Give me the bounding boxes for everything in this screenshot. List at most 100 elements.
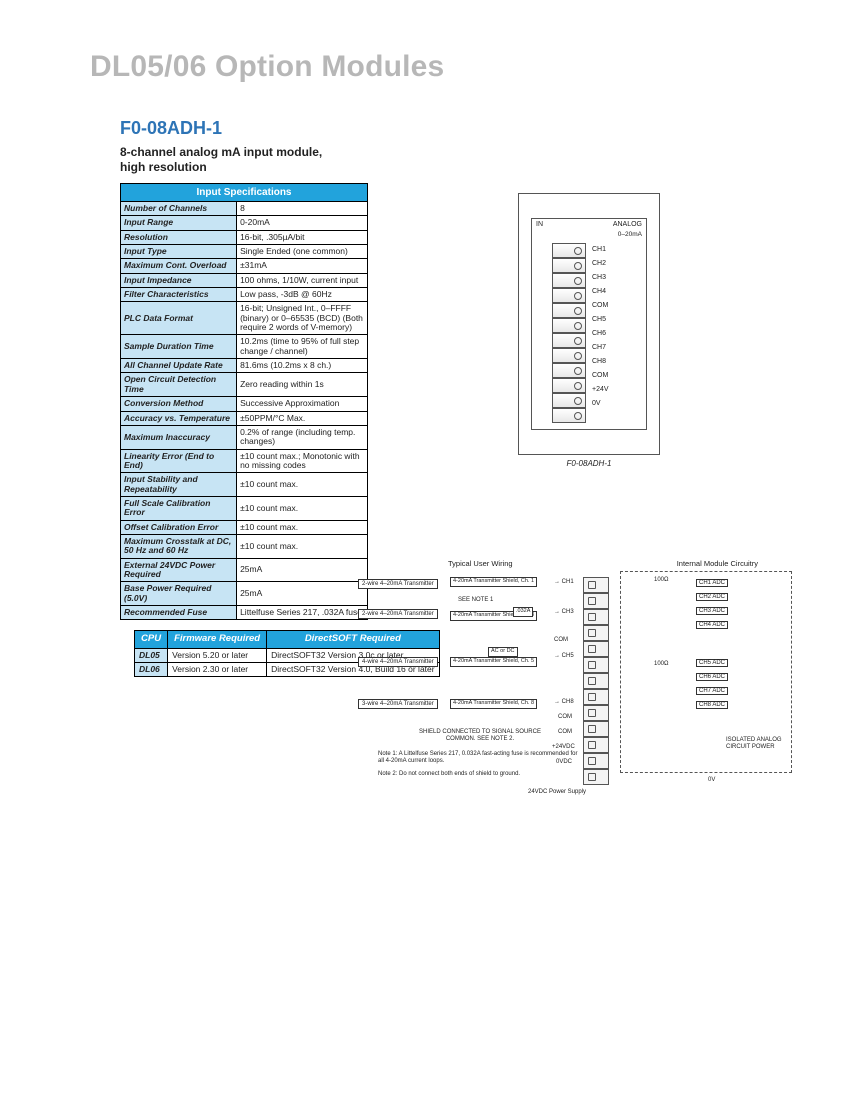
table-row: External 24VDC Power Required25mA — [121, 558, 368, 582]
ch1-label: → CH1 — [554, 579, 574, 585]
see-note-1: SEE NOTE 1 — [458, 597, 493, 603]
adc-box: CH6 ADC — [696, 673, 728, 681]
module-terminal-label: CH6 — [592, 327, 609, 341]
wiring-diagram: Typical User Wiring Internal Module Circ… — [358, 559, 798, 809]
footnote-1: Note 1: A Littelfuse Series 217, 0.032A … — [378, 751, 578, 765]
table-row: All Channel Update Rate81.6ms (10.2ms x … — [121, 359, 368, 373]
module-terminal — [552, 243, 586, 258]
com-label-3: COM — [558, 729, 572, 735]
res-label-1: 100Ω — [654, 577, 669, 583]
wiring-terminal — [583, 721, 609, 737]
table-row: Number of Channels8 — [121, 202, 368, 216]
fw-firmware: Version 2.30 or later — [168, 663, 267, 677]
module-drawing: IN ANALOG 0–20mA CH1CH2CH3CH4COMCH5CH6CH… — [518, 193, 660, 455]
spec-param: Accuracy vs. Temperature — [121, 411, 237, 425]
adc-box: CH8 ADC — [696, 701, 728, 709]
module-terminal — [552, 393, 586, 408]
module-terminal-label: CH8 — [592, 355, 609, 369]
adc-box: CH7 ADC — [696, 687, 728, 695]
table-row: Input TypeSingle Ended (one common) — [121, 245, 368, 259]
spec-param: Input Type — [121, 245, 237, 259]
module-terminal — [552, 378, 586, 393]
p24vdc-label: +24VDC — [552, 744, 575, 750]
shield-ch8: 4-20mA Transmitter Shield, Ch. 8 — [450, 699, 537, 709]
module-terminal-stack — [552, 243, 586, 423]
shield-ch5: 4-20mA Transmitter Shield, Ch. 5 — [450, 657, 537, 667]
spec-value: ±10 count max. — [237, 473, 368, 497]
spec-value: ±31mA — [237, 259, 368, 273]
tx-2wire-ch1: 2-wire 4–20mA Transmitter — [358, 579, 438, 589]
fw-cpu: DL06 — [135, 663, 168, 677]
spec-param: Sample Duration Time — [121, 335, 237, 359]
table-row: Maximum Cont. Overload±31mA — [121, 259, 368, 273]
table-row: PLC Data Format16-bit; Unsigned Int., 0–… — [121, 302, 368, 335]
spec-param: Open Circuit Detection Time — [121, 373, 237, 397]
com-label-2: COM — [558, 714, 572, 720]
module-terminal-label: CH2 — [592, 257, 609, 271]
tx-3wire-ch8: 3-wire 4–20mA Transmitter — [358, 699, 438, 709]
spec-param: Linearity Error (End to End) — [121, 449, 237, 473]
fw-head-cpu: CPU — [135, 631, 168, 648]
adc-box: CH5 ADC — [696, 659, 728, 667]
part-desc-line1: 8-channel analog mA input module, — [120, 145, 322, 159]
adc-box: CH1 ADC — [696, 579, 728, 587]
res-label-2: 100Ω — [654, 661, 669, 667]
module-terminal-label: CH4 — [592, 285, 609, 299]
module-terminal — [552, 408, 586, 423]
spec-value: 25mA — [237, 582, 368, 606]
spec-param: External 24VDC Power Required — [121, 558, 237, 582]
module-terminal-label: CH5 — [592, 313, 609, 327]
part-desc-line2: high resolution — [120, 160, 207, 174]
table-row: Maximum Crosstalk at DC, 50 Hz and 60 Hz… — [121, 534, 368, 558]
spec-param: PLC Data Format — [121, 302, 237, 335]
spec-value: 100 ohms, 1/10W, current input — [237, 273, 368, 287]
adc-box: CH2 ADC — [696, 593, 728, 601]
table-row: Input Impedance100 ohms, 1/10W, current … — [121, 273, 368, 287]
wiring-terminal — [583, 609, 609, 625]
spec-param: Recommended Fuse — [121, 606, 237, 620]
module-terminal — [552, 258, 586, 273]
spec-table-title: Input Specifications — [121, 184, 368, 202]
module-terminal — [552, 348, 586, 363]
spec-value: 8 — [237, 202, 368, 216]
table-row: Base Power Required (5.0V)25mA — [121, 582, 368, 606]
table-row: Filter CharacteristicsLow pass, -3dB @ 6… — [121, 288, 368, 302]
fw-cpu: DL05 — [135, 648, 168, 662]
footnote-2: Note 2: Do not connect both ends of shie… — [378, 771, 578, 778]
spec-param: Maximum Inaccuracy — [121, 425, 237, 449]
table-row: Resolution16-bit, .305µA/bit — [121, 230, 368, 244]
wiring-title-internal: Internal Module Circuitry — [677, 559, 758, 568]
wiring-terminal — [583, 705, 609, 721]
isolated-power-label: ISOLATED ANALOG CIRCUIT POWER — [726, 737, 786, 751]
wiring-terminal — [583, 769, 609, 785]
module-terminal-label: COM — [592, 299, 609, 313]
wiring-terminal-block — [583, 577, 609, 785]
table-row: Full Scale Calibration Error±10 count ma… — [121, 496, 368, 520]
shield-ch1: 4-20mA Transmitter Shield, Ch. 1 — [450, 577, 537, 587]
page-title: DL05/06 Option Modules — [90, 50, 810, 84]
part-number: F0-08ADH-1 — [120, 118, 810, 139]
spec-value: Single Ended (one common) — [237, 245, 368, 259]
spec-param: Input Range — [121, 216, 237, 230]
module-terminal-label: COM — [592, 369, 609, 383]
spec-value: Low pass, -3dB @ 60Hz — [237, 288, 368, 302]
spec-table: Input Specifications Number of Channels8… — [120, 183, 368, 620]
spec-param: Input Stability and Repeatability — [121, 473, 237, 497]
wiring-terminal — [583, 657, 609, 673]
module-range-label: 0–20mA — [618, 231, 642, 238]
zero-v-label: 0V — [708, 777, 715, 783]
adc-box: CH4 ADC — [696, 621, 728, 629]
table-row: Input Stability and Repeatability±10 cou… — [121, 473, 368, 497]
table-row: Recommended FuseLittelfuse Series 217, .… — [121, 606, 368, 620]
spec-value: ±10 count max.; Monotonic with no missin… — [237, 449, 368, 473]
part-description: 8-channel analog mA input module, high r… — [120, 145, 810, 175]
spec-param: Input Impedance — [121, 273, 237, 287]
module-terminal-label: CH1 — [592, 243, 609, 257]
spec-value: 0-20mA — [237, 216, 368, 230]
shield-common-note: SHIELD CONNECTED TO SIGNAL SOURCE COMMON… — [410, 729, 550, 743]
module-terminal — [552, 333, 586, 348]
wiring-terminal — [583, 737, 609, 753]
table-row: Input Range0-20mA — [121, 216, 368, 230]
spec-value: ±10 count max. — [237, 496, 368, 520]
spec-value: Successive Approximation — [237, 397, 368, 411]
